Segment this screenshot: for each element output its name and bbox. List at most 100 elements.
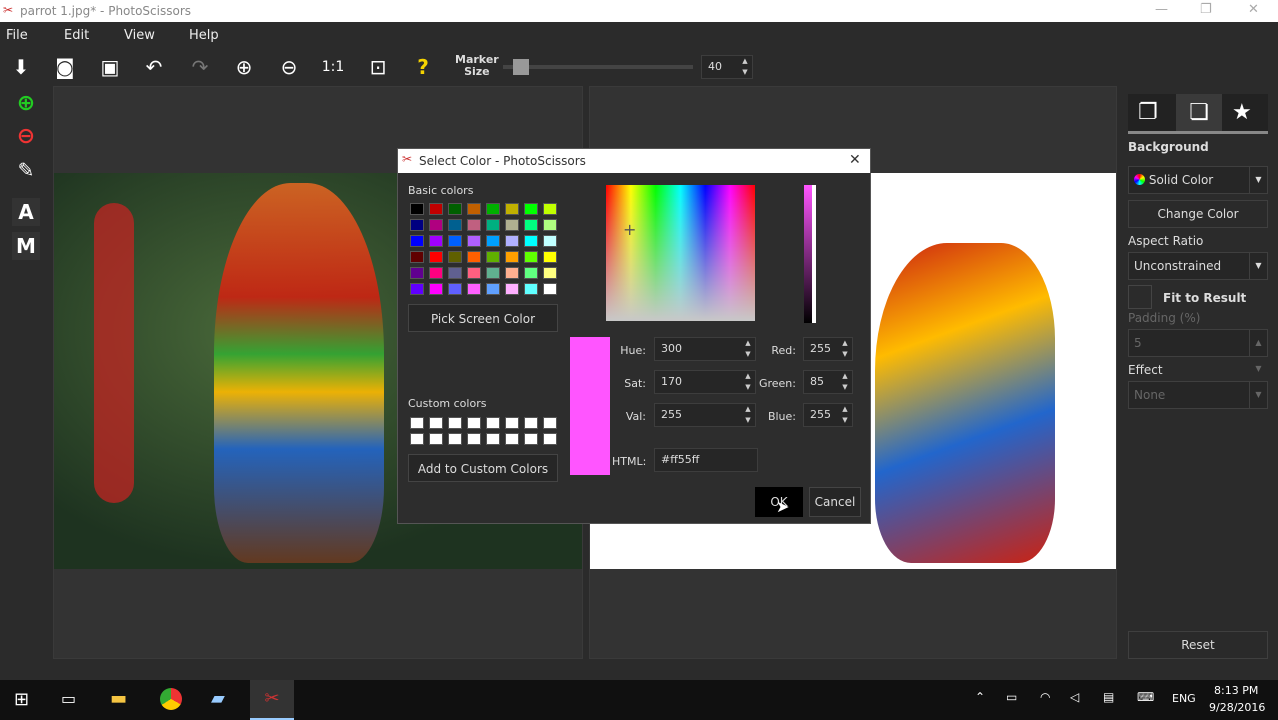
menu-file[interactable]: File — [6, 28, 28, 43]
green-input[interactable]: 85 ▲ ▼ — [803, 370, 853, 394]
help-icon[interactable]: ? — [410, 54, 436, 80]
spinner-icon[interactable]: ▲ ▼ — [741, 404, 755, 426]
text-tool[interactable]: A — [12, 198, 40, 226]
basic-color-swatch[interactable] — [524, 267, 538, 279]
undo-icon[interactable]: ↶ — [141, 54, 167, 80]
basic-color-swatch[interactable] — [429, 283, 443, 295]
basic-color-swatch[interactable] — [467, 235, 481, 247]
custom-color-swatch[interactable] — [524, 433, 538, 445]
basic-color-swatch[interactable] — [486, 235, 500, 247]
mask-tool[interactable]: M — [12, 232, 40, 260]
background-type-select[interactable]: Solid Color ▼ — [1128, 166, 1268, 194]
close-button[interactable]: ✕ — [1248, 2, 1259, 17]
basic-color-swatch[interactable] — [410, 203, 424, 215]
basic-color-swatch[interactable] — [429, 219, 443, 231]
custom-color-swatch[interactable] — [524, 417, 538, 429]
marker-size-input[interactable]: 40 ▲ ▼ — [701, 55, 753, 79]
custom-color-swatch[interactable] — [505, 433, 519, 445]
open-icon[interactable]: ⬇ — [8, 54, 34, 80]
add-to-custom-colors-button[interactable]: Add to Custom Colors — [408, 454, 558, 482]
hue-saturation-picker[interactable]: + — [606, 185, 755, 321]
pick-screen-color-button[interactable]: Pick Screen Color — [408, 304, 558, 332]
zoom-out-icon[interactable]: ⊖ — [276, 54, 302, 80]
basic-color-swatch[interactable] — [429, 203, 443, 215]
dialog-close-button[interactable]: ✕ — [849, 152, 861, 168]
minimize-button[interactable]: — — [1155, 2, 1168, 17]
basic-color-swatch[interactable] — [486, 283, 500, 295]
value-slider-indicator[interactable] — [812, 185, 816, 323]
redo-icon[interactable]: ↷ — [187, 54, 213, 80]
basic-color-swatch[interactable] — [505, 203, 519, 215]
remove-marker-icon[interactable]: ⊖ — [12, 123, 40, 151]
basic-color-swatch[interactable] — [410, 235, 424, 247]
basic-color-swatch[interactable] — [486, 203, 500, 215]
eraser-icon[interactable]: ✎ — [12, 156, 40, 184]
spinner-icon[interactable]: ▲ ▼ — [1249, 330, 1267, 373]
custom-color-swatch[interactable] — [410, 417, 424, 429]
spinner-icon[interactable]: ▲ ▼ — [838, 371, 852, 393]
basic-color-swatch[interactable] — [410, 219, 424, 231]
save-icon[interactable]: ▣ — [97, 54, 123, 80]
basic-color-swatch[interactable] — [543, 235, 557, 247]
custom-color-swatch[interactable] — [486, 417, 500, 429]
windows-start-icon[interactable]: ⊞ — [14, 689, 29, 710]
camera-icon[interactable]: ◙ — [52, 54, 78, 80]
spinner-icon[interactable]: ▲ ▼ — [738, 56, 752, 78]
basic-color-swatch[interactable] — [505, 235, 519, 247]
task-view-icon[interactable]: ▭ — [61, 689, 76, 708]
basic-color-swatch[interactable] — [467, 267, 481, 279]
custom-color-swatch[interactable] — [448, 417, 462, 429]
clock-time[interactable]: 8:13 PM — [1214, 684, 1258, 697]
html-input[interactable]: #ff55ff — [654, 448, 758, 472]
photoscissors-taskbar-icon[interactable]: ✂ — [250, 680, 294, 720]
custom-color-swatch[interactable] — [467, 417, 481, 429]
sat-input[interactable]: 170 ▲ ▼ — [654, 370, 756, 394]
basic-color-swatch[interactable] — [524, 235, 538, 247]
fit-icon[interactable]: ⊡ — [365, 54, 391, 80]
basic-color-swatch[interactable] — [543, 283, 557, 295]
spinner-icon[interactable]: ▲ ▼ — [741, 371, 755, 393]
basic-color-swatch[interactable] — [429, 251, 443, 263]
chrome-icon[interactable] — [160, 688, 182, 710]
basic-color-swatch[interactable] — [524, 283, 538, 295]
basic-color-swatch[interactable] — [505, 283, 519, 295]
change-color-button[interactable]: Change Color — [1128, 200, 1268, 228]
reset-button[interactable]: Reset — [1128, 631, 1268, 659]
menu-edit[interactable]: Edit — [64, 28, 89, 43]
basic-color-swatch[interactable] — [410, 251, 424, 263]
tab-foreground-icon[interactable]: ❐ — [1138, 100, 1158, 125]
hue-input[interactable]: 300 ▲ ▼ — [654, 337, 756, 361]
clock-date[interactable]: 9/28/2016 — [1209, 701, 1265, 714]
chevron-up-icon[interactable]: ⌃ — [975, 690, 985, 704]
padding-input[interactable]: 5 ▲ ▼ — [1128, 329, 1268, 373]
basic-color-swatch[interactable] — [448, 283, 462, 295]
spinner-icon[interactable]: ▲ ▼ — [741, 338, 755, 360]
zoom-in-icon[interactable]: ⊕ — [231, 54, 257, 80]
custom-color-swatch[interactable] — [429, 417, 443, 429]
spinner-icon[interactable]: ▲ ▼ — [838, 338, 852, 360]
basic-color-swatch[interactable] — [429, 267, 443, 279]
custom-color-swatch[interactable] — [505, 417, 519, 429]
basic-color-swatch[interactable] — [486, 251, 500, 263]
basic-color-swatch[interactable] — [410, 267, 424, 279]
wifi-icon[interactable]: ◠ — [1040, 690, 1050, 704]
basic-color-swatch[interactable] — [486, 219, 500, 231]
basic-color-swatch[interactable] — [505, 267, 519, 279]
basic-color-swatch[interactable] — [448, 235, 462, 247]
basic-color-swatch[interactable] — [467, 283, 481, 295]
volume-icon[interactable]: ◁ — [1070, 690, 1079, 704]
spinner-icon[interactable]: ▲ ▼ — [838, 404, 852, 426]
basic-color-swatch[interactable] — [467, 251, 481, 263]
basic-color-swatch[interactable] — [505, 251, 519, 263]
tab-effects-star-icon[interactable]: ★ — [1232, 100, 1252, 125]
app-icon[interactable]: ▰ — [211, 688, 225, 709]
basic-color-swatch[interactable] — [524, 251, 538, 263]
basic-color-swatch[interactable] — [467, 203, 481, 215]
language-indicator[interactable]: ENG — [1172, 692, 1196, 705]
notification-icon[interactable]: ▤ — [1103, 690, 1114, 704]
maximize-button[interactable]: ❐ — [1200, 2, 1212, 17]
basic-color-swatch[interactable] — [505, 219, 519, 231]
basic-color-swatch[interactable] — [467, 219, 481, 231]
add-marker-icon[interactable]: ⊕ — [12, 90, 40, 118]
basic-color-swatch[interactable] — [448, 203, 462, 215]
